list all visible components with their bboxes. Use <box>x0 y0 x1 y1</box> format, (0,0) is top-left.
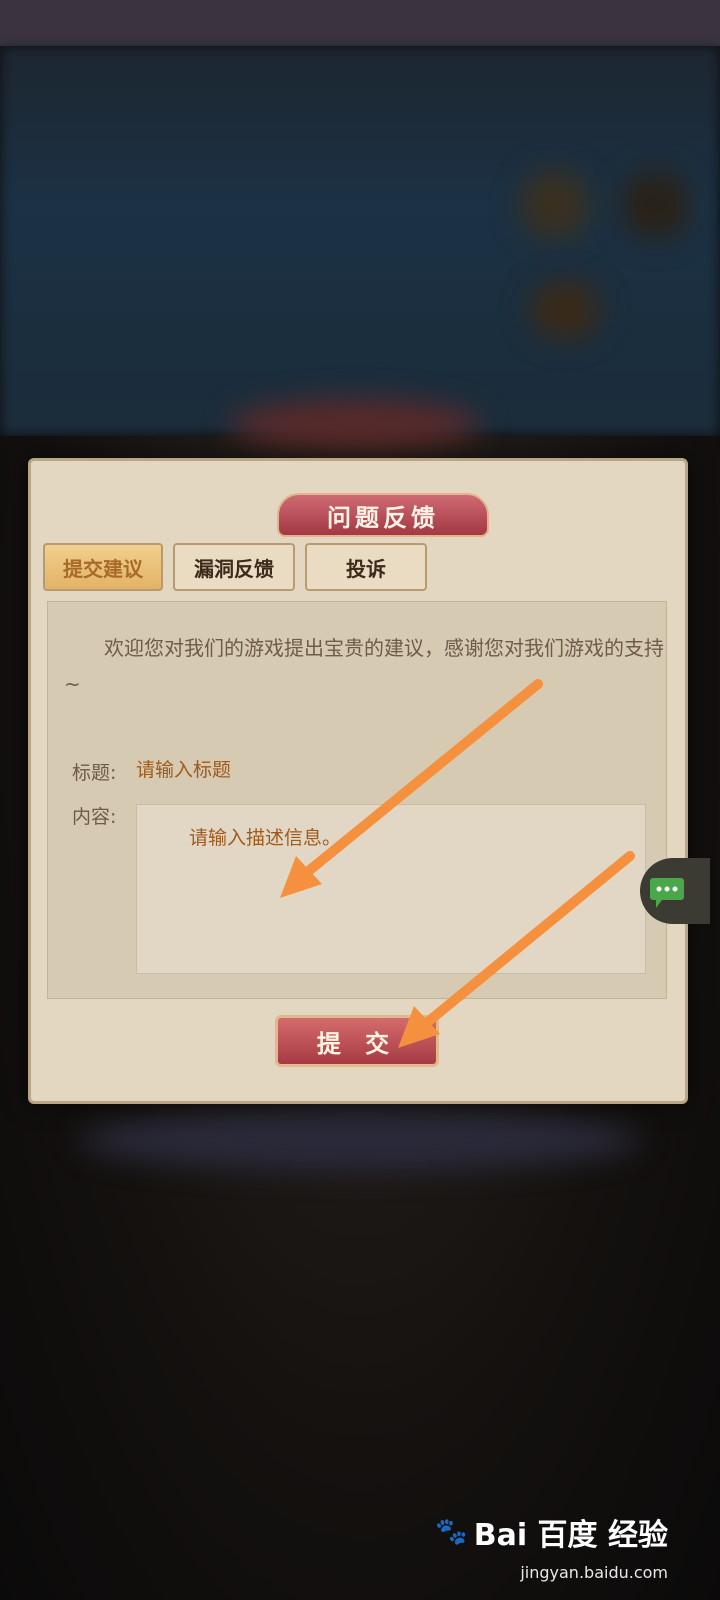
blurred-character <box>520 170 590 240</box>
tab-complaint[interactable]: 投诉 <box>305 543 427 591</box>
blurred-bar <box>80 1110 640 1170</box>
content-placeholder: 请输入描述信息。 <box>189 827 342 849</box>
watermark-brand: Bai 百度 经验 <box>473 1518 668 1553</box>
game-scene-top <box>0 46 720 436</box>
title-label: 标题: <box>72 762 117 784</box>
status-bar <box>0 0 720 46</box>
submit-button[interactable]: 提 交 <box>275 1015 439 1067</box>
baidu-watermark: 🐾 Bai 百度 经验 <box>435 1510 668 1554</box>
chat-bubble-icon <box>650 878 684 908</box>
blurred-icon <box>620 170 690 240</box>
title-input[interactable]: 请输入标题 <box>136 755 436 787</box>
watermark-url: jingyan.baidu.com <box>520 1563 668 1582</box>
content-textarea[interactable]: 请输入描述信息。 <box>136 804 646 974</box>
feedback-dialog: 问题反馈 提交建议 漏洞反馈 投诉 欢迎您对我们的游戏提出宝贵的建议，感谢您对我… <box>28 458 688 1104</box>
tab-bug-report[interactable]: 漏洞反馈 <box>173 543 295 591</box>
tab-suggestion[interactable]: 提交建议 <box>43 543 163 591</box>
chat-side-button[interactable] <box>640 858 710 924</box>
feedback-form: 欢迎您对我们的游戏提出宝贵的建议，感谢您对我们游戏的支持~ 标题: 请输入标题 … <box>47 601 667 999</box>
dialog-title: 问题反馈 <box>277 493 489 537</box>
content-label: 内容: <box>72 806 117 828</box>
baidu-paw-icon: 🐾 <box>435 1517 468 1547</box>
feedback-tabs: 提交建议 漏洞反馈 投诉 <box>43 543 427 591</box>
blurred-icon <box>530 280 600 340</box>
welcome-text: 欢迎您对我们的游戏提出宝贵的建议，感谢您对我们游戏的支持~ <box>64 636 664 696</box>
blurred-banner <box>230 400 480 450</box>
